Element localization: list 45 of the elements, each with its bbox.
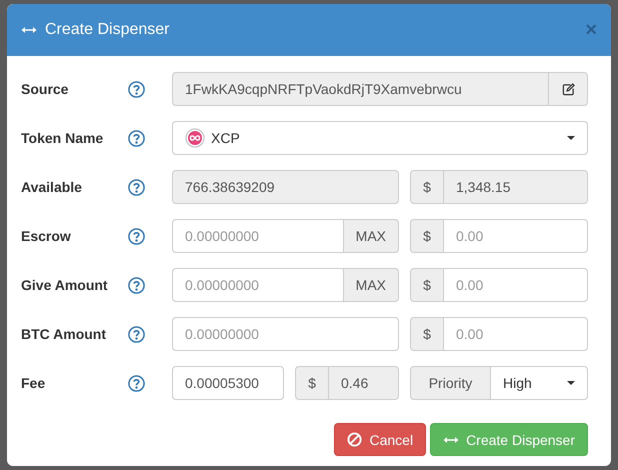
help-icon[interactable] xyxy=(128,228,145,244)
amount-field[interactable]: 0.00000000 xyxy=(172,317,399,351)
help-icon[interactable] xyxy=(128,276,145,294)
arrows-icon xyxy=(21,26,37,34)
currency-label: $ xyxy=(410,219,443,253)
field-label: Escrow xyxy=(21,228,72,244)
usd-field[interactable]: 0.00 xyxy=(443,317,588,351)
help-icon[interactable] xyxy=(128,80,145,98)
currency-label: $ xyxy=(410,170,443,204)
cancel-button[interactable]: Cancel xyxy=(334,423,426,456)
help-icon[interactable] xyxy=(128,326,145,342)
help-icon[interactable] xyxy=(128,374,145,392)
help-icon[interactable] xyxy=(128,130,145,146)
fee-field[interactable]: 0.00005300 xyxy=(172,366,284,400)
help-icon[interactable] xyxy=(128,178,145,196)
cancel-icon xyxy=(347,432,362,447)
field-label: Available xyxy=(21,179,83,195)
priority-label: Priority xyxy=(410,366,490,400)
arrows-icon xyxy=(443,436,460,444)
dialog-title: Create Dispenser xyxy=(45,21,170,39)
currency-label: $ xyxy=(410,317,443,351)
field-label: Source xyxy=(21,81,70,97)
address-field[interactable]: 1FwkKA9cqpNRFTpVaokdRjT9Xamvebrwcu xyxy=(172,72,548,106)
token-icon xyxy=(185,128,205,148)
usd-field[interactable]: 0.46 xyxy=(328,366,399,400)
usd-field[interactable]: 1,348.15 xyxy=(443,170,588,204)
currency-label: $ xyxy=(410,268,443,302)
field-label: Token Name xyxy=(21,130,104,146)
max-button[interactable]: MAX xyxy=(342,219,399,253)
token-select[interactable]: XCP xyxy=(172,121,588,155)
field-label: Give Amount xyxy=(21,277,109,293)
amount-field[interactable]: 766.38639209 xyxy=(172,170,399,204)
max-button[interactable]: MAX xyxy=(342,268,399,302)
currency-label: $ xyxy=(295,366,328,400)
field-label: Fee xyxy=(21,375,46,391)
edit-button[interactable] xyxy=(548,72,588,106)
field-label: BTC Amount xyxy=(21,326,108,342)
usd-field[interactable]: 0.00 xyxy=(443,268,588,302)
caret-icon xyxy=(567,381,575,385)
caret-icon xyxy=(567,136,575,140)
usd-field[interactable]: 0.00 xyxy=(443,219,588,253)
priority-select[interactable]: High xyxy=(490,366,588,400)
amount-field[interactable]: 0.00000000 xyxy=(172,219,343,253)
edit-icon xyxy=(562,82,574,96)
amount-field[interactable]: 0.00000000 xyxy=(172,268,343,302)
